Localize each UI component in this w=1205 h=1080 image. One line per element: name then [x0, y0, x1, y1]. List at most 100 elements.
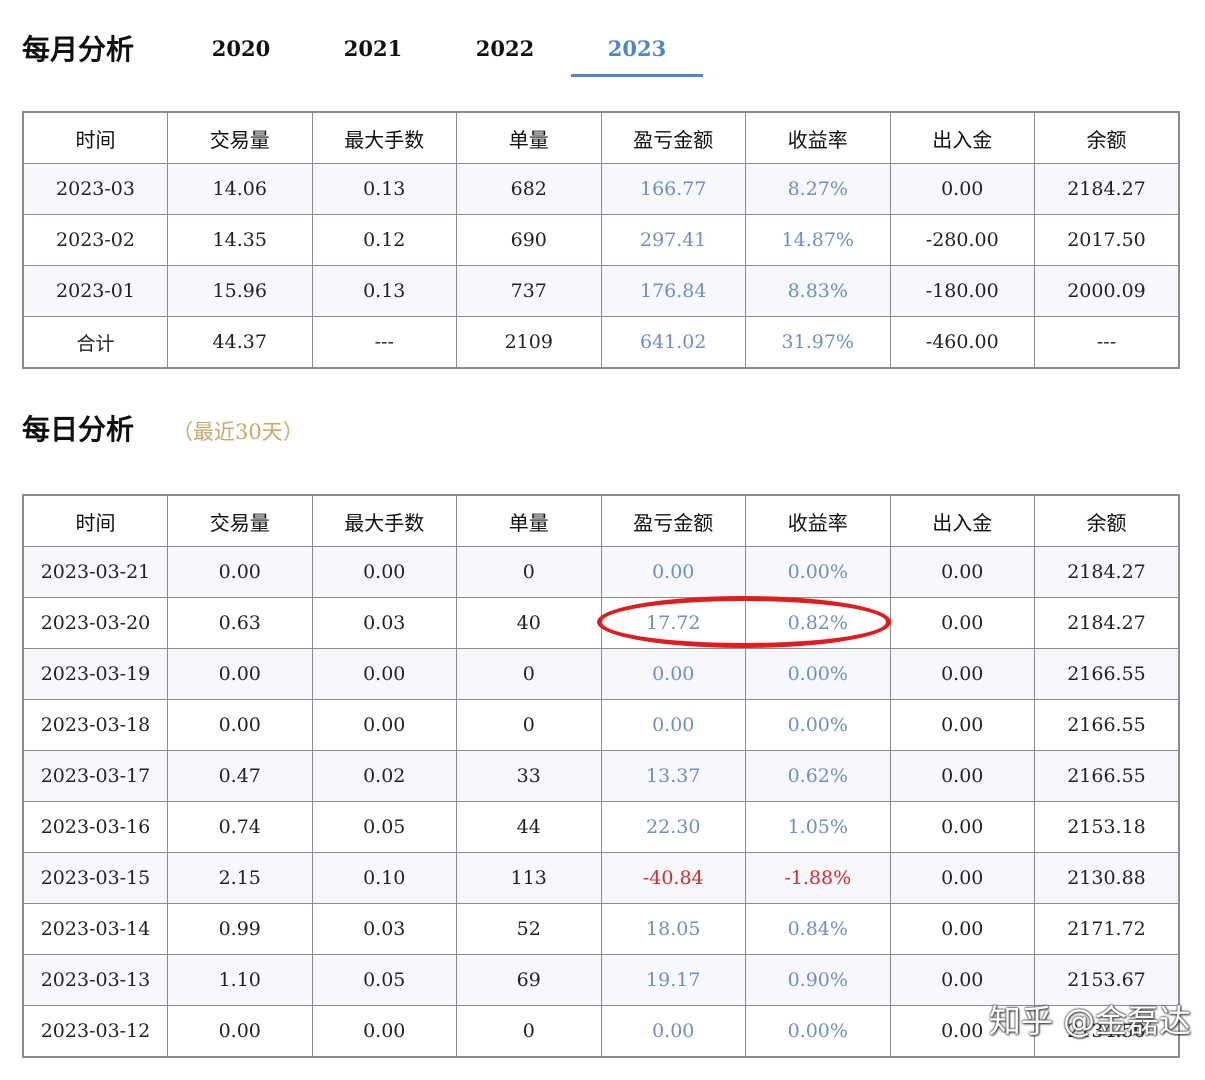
table-cell: 0.03: [311, 903, 457, 955]
tab-2021[interactable]: 2021: [307, 36, 439, 61]
column-header: 最大手数: [311, 111, 457, 164]
table-cell: -40.84: [600, 852, 746, 904]
table-cell: 0.00%: [745, 648, 891, 700]
table-cell: 0.00: [311, 546, 457, 598]
table-cell: 0: [456, 648, 602, 700]
tab-2022[interactable]: 2022: [439, 36, 571, 61]
table-cell: 14.35: [167, 214, 313, 266]
column-header: 盈亏金额: [600, 111, 746, 164]
table-cell: 0.00: [889, 750, 1035, 802]
table-cell: 2023-03-21: [22, 546, 168, 598]
table-cell: 0.62%: [745, 750, 891, 802]
table-row: 2023-03 14.06 0.13 682 166.77 8.27% 0.00 2184.2…: [22, 163, 1180, 215]
column-header: 余额: [1034, 494, 1180, 547]
table-cell: 52: [456, 903, 602, 955]
table-cell: 0.99: [167, 903, 313, 955]
table-cell: 0.00: [600, 1005, 746, 1058]
table-cell: 13.37: [600, 750, 746, 802]
table-cell: 0.05: [311, 801, 457, 853]
table-cell: 0.03: [311, 597, 457, 649]
daily-subtitle: （最近30天）: [172, 420, 304, 444]
table-cell: 0.00: [889, 648, 1035, 700]
table-cell: 0.00: [889, 903, 1035, 955]
table-cell: 2000.09: [1034, 265, 1180, 317]
table-cell: 0.00%: [745, 546, 891, 598]
table-cell: 0.00: [889, 699, 1035, 751]
table-cell: 0: [456, 546, 602, 598]
table-cell: 0.00: [889, 163, 1035, 215]
table-cell: -280.00: [889, 214, 1035, 266]
tab-2020[interactable]: 2020: [175, 36, 307, 61]
table-cell: 31.97%: [745, 316, 891, 369]
monthly-table: 时间 交易量 最大手数 单量 盈亏金额 收益率 出入金 余额 2023-03 14.06 0.13…: [22, 111, 1180, 369]
table-cell: 0.90%: [745, 954, 891, 1006]
table-row: 2023-03-20 0.63 0.03 40 17.72 0.82% 0.00 2184.2…: [22, 597, 1180, 649]
table-cell: 0.00: [600, 699, 746, 751]
table-cell: 14.06: [167, 163, 313, 215]
table-row: 2023-03-16 0.74 0.05 44 22.30 1.05% 0.00 2153.1…: [22, 801, 1180, 853]
table-cell: 0.00: [889, 801, 1035, 853]
daily-header-row: 时间 交易量 最大手数 单量 盈亏金额 收益率 出入金 余额: [22, 494, 1180, 547]
table-row: 2023-03-19 0.00 0.00 0 0.00 0.00% 0.00 2166.55: [22, 648, 1180, 700]
table-cell: 737: [456, 265, 602, 317]
table-cell: 2023-03-14: [22, 903, 168, 955]
table-cell: 22.30: [600, 801, 746, 853]
column-header: 单量: [456, 494, 602, 547]
table-cell: 0.63: [167, 597, 313, 649]
table-row: 2023-03-18 0.00 0.00 0 0.00 0.00% 0.00 2166.55: [22, 699, 1180, 751]
table-cell: 2023-03-17: [22, 750, 168, 802]
table-cell: 2023-03: [22, 163, 168, 215]
table-cell: 14.87%: [745, 214, 891, 266]
table-cell: 2.15: [167, 852, 313, 904]
table-cell: ---: [1034, 316, 1180, 369]
table-cell: ---: [311, 316, 457, 369]
table-cell: 18.05: [600, 903, 746, 955]
table-cell: 0: [456, 1005, 602, 1058]
column-header: 出入金: [889, 494, 1035, 547]
table-cell: 0.13: [311, 163, 457, 215]
active-tab-underline: [571, 74, 703, 77]
monthly-header-row: 时间 交易量 最大手数 单量 盈亏金额 收益率 出入金 余额: [22, 111, 1180, 164]
table-cell: 0.00%: [745, 1005, 891, 1058]
table-row: 2023-01 15.96 0.13 737 176.84 8.83% -180.00 200…: [22, 265, 1180, 317]
table-cell: 2023-03-13: [22, 954, 168, 1006]
column-header: 收益率: [745, 111, 891, 164]
table-cell: 33: [456, 750, 602, 802]
table-cell: 0.00: [167, 648, 313, 700]
column-header: 交易量: [167, 494, 313, 547]
table-cell: 0.00%: [745, 699, 891, 751]
table-cell: 0.74: [167, 801, 313, 853]
table-cell: 0.10: [311, 852, 457, 904]
table-row: 2023-03-21 0.00 0.00 0 0.00 0.00% 0.00 2184.27: [22, 546, 1180, 598]
table-cell: 2023-03-18: [22, 699, 168, 751]
table-row: 2023-02 14.35 0.12 690 297.41 14.87% -280.00 20…: [22, 214, 1180, 266]
table-cell: 0.00: [167, 546, 313, 598]
table-cell: 17.72: [600, 597, 746, 649]
table-cell: 8.83%: [745, 265, 891, 317]
table-cell: 2184.27: [1034, 546, 1180, 598]
column-header: 收益率: [745, 494, 891, 547]
table-cell: 2023-03-19: [22, 648, 168, 700]
table-cell: 0.00: [311, 648, 457, 700]
table-cell: 2023-03-15: [22, 852, 168, 904]
table-cell: 2171.72: [1034, 903, 1180, 955]
tab-2023[interactable]: 2023: [571, 36, 703, 61]
table-cell: 15.96: [167, 265, 313, 317]
table-cell: 0.00: [167, 1005, 313, 1058]
daily-analysis-title: 每日分析: [22, 413, 135, 446]
table-cell: 2130.88: [1034, 852, 1180, 904]
table-cell: -180.00: [889, 265, 1035, 317]
table-cell: 0.47: [167, 750, 313, 802]
table-cell: 19.17: [600, 954, 746, 1006]
table-cell: 69: [456, 954, 602, 1006]
column-header: 出入金: [889, 111, 1035, 164]
column-header: 单量: [456, 111, 602, 164]
table-cell: 0.82%: [745, 597, 891, 649]
table-cell: 297.41: [600, 214, 746, 266]
table-cell: 2023-03-12: [22, 1005, 168, 1058]
monthly-analysis-title: 每月分析: [22, 33, 135, 66]
table-cell: 2023-03-16: [22, 801, 168, 853]
column-header: 交易量: [167, 111, 313, 164]
column-header: 时间: [22, 494, 168, 547]
table-cell: 2166.55: [1034, 648, 1180, 700]
